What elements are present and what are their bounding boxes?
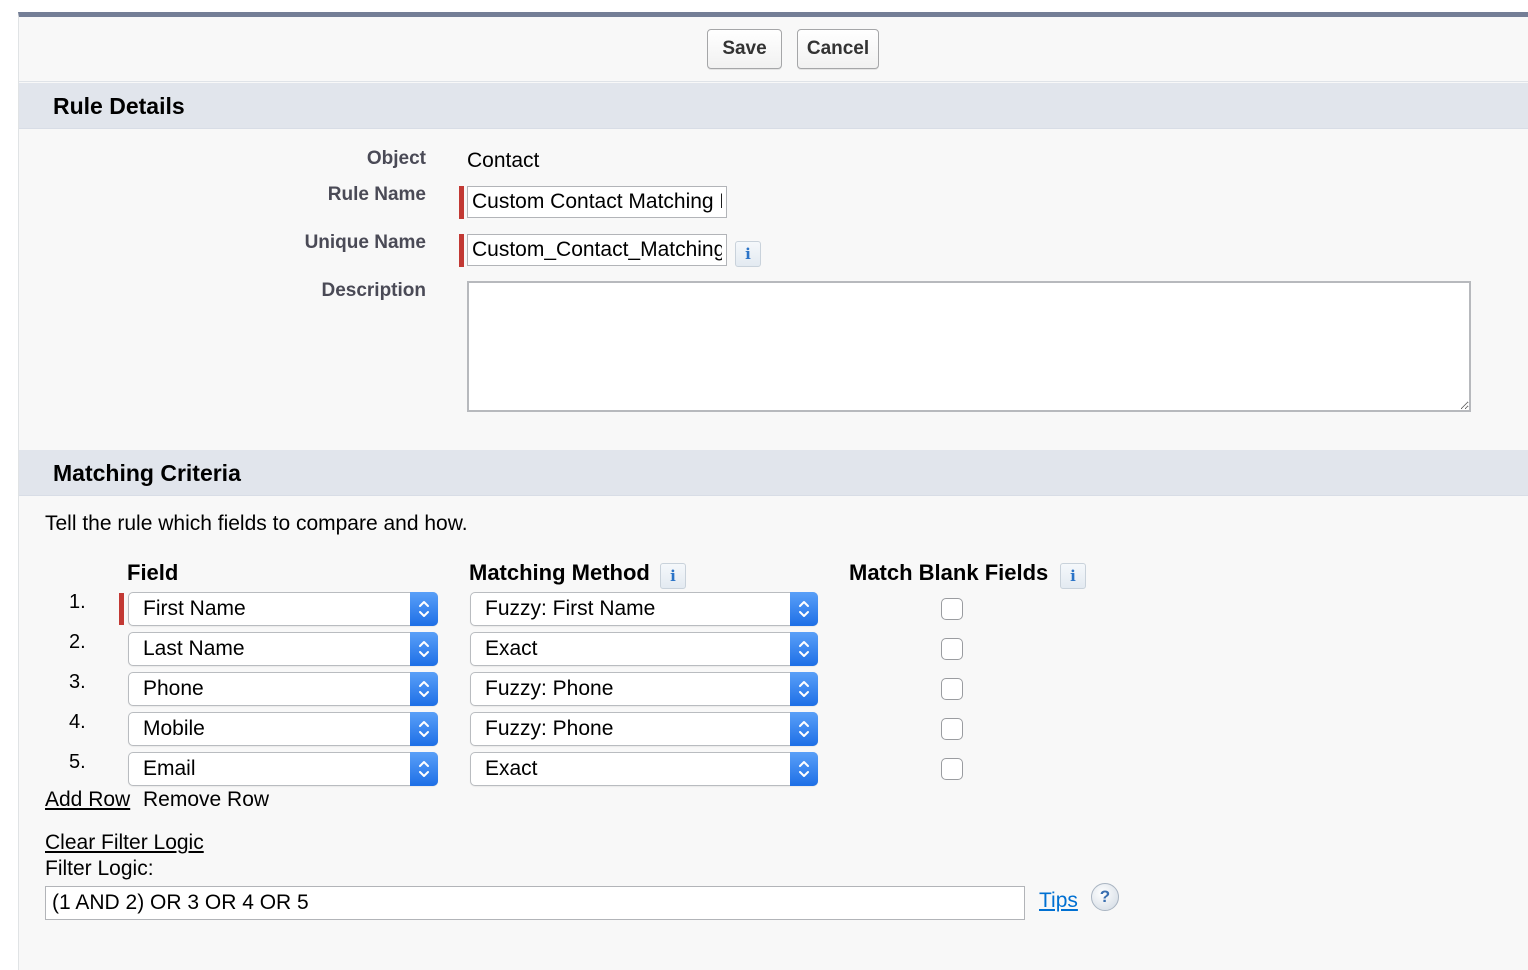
chevron-updown-icon: [410, 672, 438, 706]
required-indicator: [459, 186, 464, 219]
unique-name-label: Unique Name: [304, 232, 426, 253]
filter-logic-input[interactable]: [45, 886, 1025, 920]
chevron-updown-icon: [790, 592, 818, 626]
field-select[interactable]: Mobile: [128, 712, 438, 746]
description-label: Description: [321, 280, 426, 301]
match-blank-checkbox[interactable]: [941, 678, 963, 700]
unique-name-input[interactable]: [467, 234, 727, 266]
field-select[interactable]: First Name: [128, 592, 438, 626]
matching-method-select[interactable]: Fuzzy: First Name: [470, 592, 818, 626]
row-number: 4.: [69, 711, 86, 733]
clear-filter-logic-link[interactable]: Clear Filter Logic: [45, 831, 204, 855]
field-select[interactable]: Last Name: [128, 632, 438, 666]
field-select[interactable]: Email: [128, 752, 438, 786]
button-toolbar: Save Cancel: [19, 17, 1528, 82]
filter-logic-label: Filter Logic:: [45, 857, 154, 880]
rule-name-label: Rule Name: [327, 184, 426, 205]
section-title: Rule Details: [53, 93, 185, 119]
section-title: Matching Criteria: [53, 460, 241, 486]
matching-method-select[interactable]: Fuzzy: Phone: [470, 672, 818, 706]
info-icon[interactable]: i: [735, 241, 761, 267]
info-icon[interactable]: i: [1060, 563, 1086, 589]
chevron-updown-icon: [790, 752, 818, 786]
required-indicator: [459, 234, 464, 267]
matching-method-select[interactable]: Exact: [470, 632, 818, 666]
select-value: Fuzzy: Phone: [485, 677, 614, 700]
chevron-updown-icon: [790, 712, 818, 746]
select-value: Fuzzy: First Name: [485, 597, 656, 620]
select-value: Fuzzy: Phone: [485, 717, 614, 740]
select-value: Last Name: [143, 637, 245, 660]
chevron-updown-icon: [410, 712, 438, 746]
matching-rule-edit-page: Save Cancel Rule Details Object Contact …: [18, 12, 1528, 970]
matching-method-select[interactable]: Fuzzy: Phone: [470, 712, 818, 746]
tips-link[interactable]: Tips: [1039, 889, 1078, 913]
row-number: 3.: [69, 671, 86, 693]
matching-criteria-header: Matching Criteria: [19, 450, 1528, 496]
select-value: Mobile: [143, 717, 205, 740]
match-blank-checkbox[interactable]: [941, 718, 963, 740]
matching-criteria-intro: Tell the rule which fields to compare an…: [45, 512, 468, 535]
matching-method-column-header: Matching Method: [469, 560, 650, 585]
save-button[interactable]: Save: [707, 29, 782, 69]
cancel-button[interactable]: Cancel: [797, 29, 879, 69]
add-row-link[interactable]: Add Row: [45, 788, 130, 812]
select-value: Phone: [143, 677, 204, 700]
object-label: Object: [366, 148, 426, 169]
select-value: Exact: [485, 757, 538, 780]
info-icon[interactable]: i: [660, 563, 686, 589]
chevron-updown-icon: [790, 672, 818, 706]
chevron-updown-icon: [790, 632, 818, 666]
chevron-updown-icon: [410, 632, 438, 666]
select-value: First Name: [143, 597, 246, 620]
required-indicator: [119, 593, 124, 625]
select-value: Exact: [485, 637, 538, 660]
match-blank-checkbox[interactable]: [941, 638, 963, 660]
select-value: Email: [143, 757, 196, 780]
rule-name-input[interactable]: [467, 186, 727, 218]
object-value: Contact: [467, 149, 540, 172]
match-blank-checkbox[interactable]: [941, 598, 963, 620]
row-number: 2.: [69, 631, 86, 653]
chevron-updown-icon: [410, 592, 438, 626]
remove-row-text: Remove Row: [143, 788, 270, 811]
match-blank-fields-column-header: Match Blank Fields: [849, 560, 1049, 585]
rule-details-header: Rule Details: [19, 83, 1528, 129]
field-column-header: Field: [127, 560, 179, 585]
chevron-updown-icon: [410, 752, 438, 786]
row-number: 5.: [69, 751, 86, 773]
help-icon[interactable]: ?: [1091, 883, 1119, 911]
matching-method-select[interactable]: Exact: [470, 752, 818, 786]
description-textarea[interactable]: [467, 281, 1471, 412]
field-select[interactable]: Phone: [128, 672, 438, 706]
row-number: 1.: [69, 591, 86, 613]
match-blank-checkbox[interactable]: [941, 758, 963, 780]
